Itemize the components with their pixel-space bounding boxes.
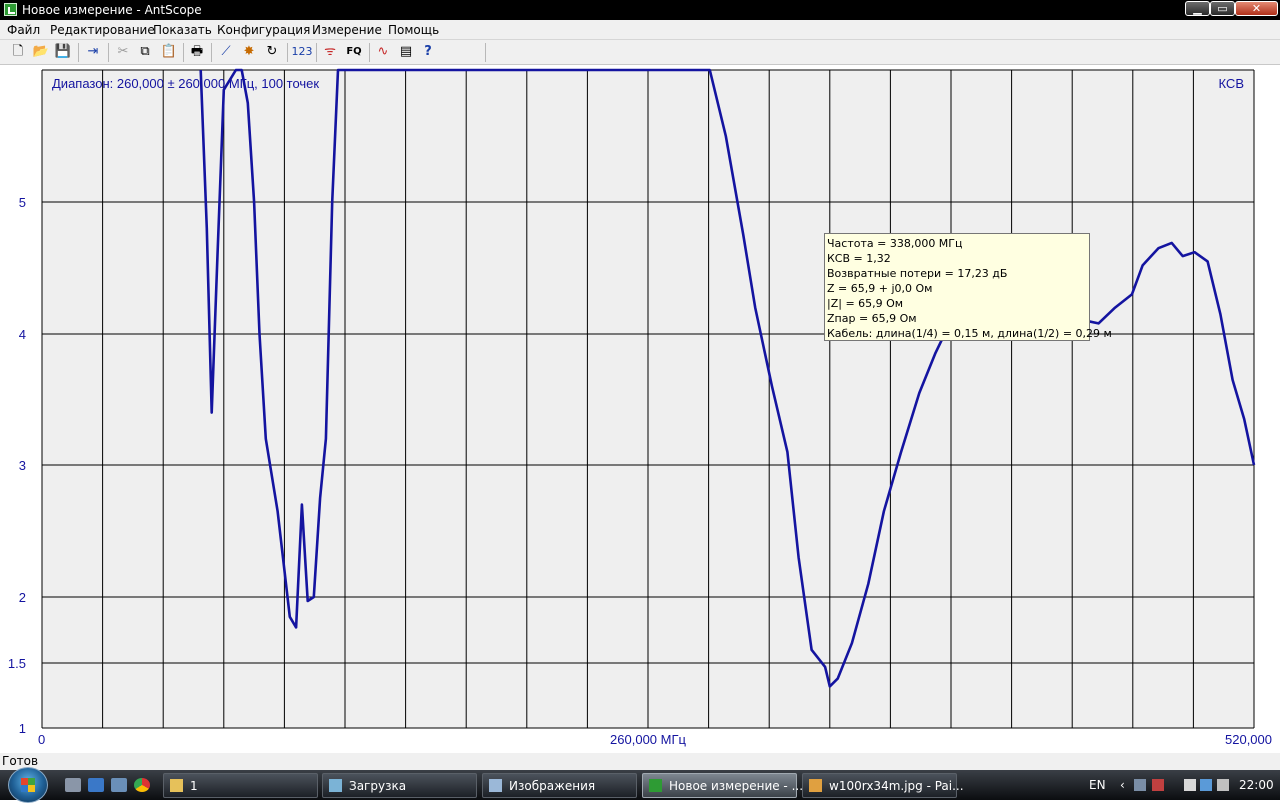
start-button[interactable]: [8, 767, 48, 803]
y-tick-label: 1.5: [8, 656, 26, 671]
maximize-button[interactable]: ▭: [1210, 1, 1235, 16]
task-label: Изображения: [509, 779, 596, 793]
switch-windows-icon[interactable]: [88, 778, 104, 792]
folder-icon: [170, 779, 183, 792]
toolbar-separator: [211, 43, 212, 62]
wave-icon[interactable]: ∿: [374, 43, 392, 61]
taskbar: 1 Загрузка Изображения Новое измерение -…: [0, 767, 1280, 803]
task-label: w100rx34m.jpg - Pai...: [829, 779, 964, 793]
task-label: 1: [190, 779, 198, 793]
range-label: Диапазон: 260,000 ± 260,000 МГц, 100 точ…: [52, 76, 319, 91]
safely-remove-icon[interactable]: [1184, 779, 1196, 791]
y-tick-label: 4: [19, 327, 26, 342]
display-icon[interactable]: [1200, 779, 1212, 791]
open-folder-icon[interactable]: 📂: [32, 43, 50, 61]
task-label: Загрузка: [349, 779, 407, 793]
window-title: Новое измерение - AntScope: [22, 3, 202, 17]
measurement-tooltip: Частота = 338,000 МГц КСВ = 1,32 Возврат…: [824, 233, 1112, 341]
paint-icon: [809, 779, 822, 792]
help-icon[interactable]: ?: [419, 43, 437, 61]
cut-icon[interactable]: ✂: [114, 43, 132, 61]
app-icon: [329, 779, 342, 792]
chart-icon[interactable]: ⟋: [217, 43, 235, 61]
antscope-icon: [649, 779, 662, 792]
paste-icon[interactable]: 📋: [160, 43, 178, 61]
menu-measurement[interactable]: Измерение: [312, 22, 382, 38]
y-tick-label: 5: [19, 195, 26, 210]
tooltip-cable-length: Кабель: длина(1/4) = 0,15 м, длина(1/2) …: [827, 327, 1112, 340]
toolbar: 🗋 📂 💾 ⇥ ✂ ⧉ 📋 🖶 ⟋ ✸ ↻ 123 ᯤ FQ ∿ ▤ ?: [0, 40, 1280, 65]
chart-svg[interactable]: 1 1.5 2 3 4 5 0 260,000 МГц 520,000 Диапазон: 260…: [0, 65, 1280, 753]
tooltip-parallel-impedance: Zпар = 65,9 Ом: [827, 312, 917, 325]
network-icon[interactable]: [1134, 779, 1146, 791]
tooltip-return-loss: Возвратные потери = 17,23 дБ: [827, 267, 1008, 280]
refresh-icon[interactable]: ↻: [263, 43, 281, 61]
x-tick-label: 260,000 МГц: [610, 732, 686, 747]
task-images[interactable]: Изображения: [482, 773, 637, 798]
computer-icon[interactable]: [111, 778, 127, 792]
copy-icon[interactable]: ⧉: [136, 43, 154, 61]
fq-icon[interactable]: FQ: [344, 43, 364, 61]
clock: 22:00: [1239, 778, 1274, 792]
menu-help[interactable]: Помощь: [388, 22, 439, 38]
volume-icon[interactable]: [1217, 779, 1229, 791]
title-bar: Новое измерение - AntScope ▁ ▭ ✕: [0, 0, 1280, 20]
x-tick-label: 0: [38, 732, 45, 747]
y-tick-label: 3: [19, 458, 26, 473]
y-tick-label: 1: [19, 721, 26, 736]
toolbar-separator: [287, 43, 288, 62]
close-button[interactable]: ✕: [1235, 1, 1278, 16]
task-paint[interactable]: w100rx34m.jpg - Pai...: [802, 773, 964, 798]
swr-chart[interactable]: 1 1.5 2 3 4 5 0 260,000 МГц 520,000 Диапазон: 260…: [0, 65, 1280, 753]
tooltip-impedance: Z = 65,9 + j0,0 Ом: [827, 282, 933, 295]
tooltip-impedance-magnitude: |Z| = 65,9 Ом: [827, 297, 904, 310]
menu-configuration[interactable]: Конфигурация: [217, 22, 310, 38]
toolbar-separator: [369, 43, 370, 62]
tooltip-swr: КСВ = 1,32: [827, 252, 891, 265]
folder-icon: [489, 779, 502, 792]
chrome-icon[interactable]: [134, 778, 150, 792]
task-antscope[interactable]: Новое измерение - ...: [642, 773, 803, 798]
task-label: Новое измерение - ...: [669, 779, 804, 793]
new-file-icon[interactable]: 🗋: [9, 43, 27, 61]
menu-view[interactable]: Показать: [153, 22, 212, 38]
tooltip-frequency: Частота = 338,000 МГц: [827, 237, 963, 250]
toolbar-separator: [183, 43, 184, 62]
menu-edit[interactable]: Редактирование: [50, 22, 155, 38]
save-icon[interactable]: 💾: [54, 43, 72, 61]
language-indicator[interactable]: EN: [1089, 777, 1106, 793]
export-icon[interactable]: ⇥: [84, 43, 102, 61]
show-desktop-icon[interactable]: [65, 778, 81, 792]
antscope-icon: [4, 3, 17, 16]
menu-file[interactable]: Файл: [7, 22, 40, 38]
connection-warning-icon[interactable]: [1152, 779, 1164, 791]
menu-bar: Файл Редактирование Показать Конфигураци…: [0, 20, 1280, 40]
minimize-button[interactable]: ▁: [1185, 1, 1210, 16]
list-icon[interactable]: ▤: [397, 43, 415, 61]
toolbar-separator: [108, 43, 109, 62]
tray-expand-icon[interactable]: ‹: [1120, 777, 1125, 793]
task-folder-1[interactable]: 1: [163, 773, 318, 798]
status-bar: Готов: [0, 753, 1280, 770]
toolbar-separator: [316, 43, 317, 62]
toolbar-separator: [78, 43, 79, 62]
task-downloads[interactable]: Загрузка: [322, 773, 477, 798]
numbers-icon[interactable]: 123: [291, 43, 313, 61]
x-tick-label: 520,000: [1225, 732, 1272, 747]
mark-icon[interactable]: ✸: [240, 43, 258, 61]
print-icon[interactable]: 🖶: [188, 43, 206, 61]
series-label: КСВ: [1219, 76, 1245, 91]
antenna-icon[interactable]: ᯤ: [321, 43, 339, 61]
toolbar-separator: [485, 43, 486, 62]
y-tick-label: 2: [19, 590, 26, 605]
